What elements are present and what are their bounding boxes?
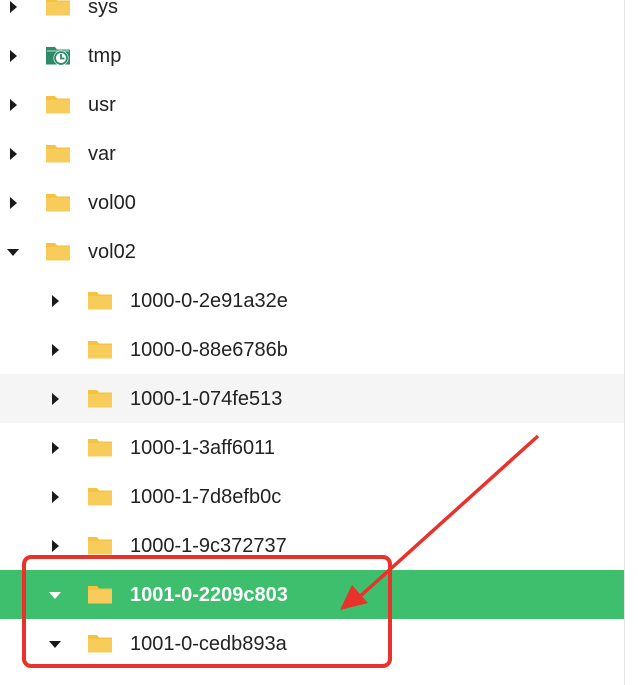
folder-icon: [44, 141, 72, 165]
caret-right-icon[interactable]: [48, 343, 62, 357]
caret-right-icon[interactable]: [6, 196, 20, 210]
caret-right-icon[interactable]: [48, 441, 62, 455]
folder-icon: [86, 631, 114, 655]
caret-right-icon[interactable]: [6, 147, 20, 161]
tree-row[interactable]: 1000-0-2e91a32e: [0, 276, 624, 325]
caret-right-icon[interactable]: [6, 98, 20, 112]
tree-row-label: tmp: [88, 45, 122, 67]
folder-icon: [86, 288, 114, 312]
clock-folder-icon: [44, 43, 72, 67]
folder-icon: [44, 239, 72, 263]
folder-icon: [86, 337, 114, 361]
folder-icon: [86, 484, 114, 508]
tree-row[interactable]: vol00: [0, 178, 624, 227]
folder-tree: sys tmp usr var vol00 vol02 1000-0-2e91a32e 100…: [0, 0, 638, 685]
folder-icon: [86, 582, 114, 606]
tree-row[interactable]: 1000-1-9c372737: [0, 521, 624, 570]
tree-row-label: vol02: [88, 241, 136, 263]
caret-down-icon[interactable]: [6, 245, 20, 259]
folder-icon: [44, 92, 72, 116]
tree-row[interactable]: 1000-1-3aff6011: [0, 423, 624, 472]
tree-row-label: usr: [88, 94, 116, 116]
folder-icon: [86, 435, 114, 459]
tree-row[interactable]: usr: [0, 80, 624, 129]
tree-scrollbar[interactable]: [624, 0, 638, 685]
caret-right-icon[interactable]: [6, 0, 20, 14]
folder-icon: [44, 190, 72, 214]
tree-row-label: 1001-0-cedb893a: [130, 633, 287, 655]
tree-row[interactable]: var: [0, 129, 624, 178]
tree-row[interactable]: sys: [0, 0, 624, 31]
caret-right-icon[interactable]: [48, 294, 62, 308]
folder-icon: [86, 533, 114, 557]
tree-row-label: 1000-0-2e91a32e: [130, 290, 288, 312]
tree-row[interactable]: 1000-1-7d8efb0c: [0, 472, 624, 521]
tree-row-label: 1000-1-9c372737: [130, 535, 287, 557]
tree-row-label: 1000-0-88e6786b: [130, 339, 288, 361]
tree-row-label: 1000-1-3aff6011: [130, 437, 275, 459]
tree-row-label: sys: [88, 0, 118, 18]
caret-right-icon[interactable]: [48, 539, 62, 553]
tree-row[interactable]: 1001-0-2209c803: [0, 570, 624, 619]
caret-right-icon[interactable]: [48, 490, 62, 504]
caret-right-icon[interactable]: [6, 49, 20, 63]
tree-row[interactable]: tmp: [0, 31, 624, 80]
caret-down-icon[interactable]: [48, 588, 62, 602]
tree-row-label: vol00: [88, 192, 136, 214]
caret-down-icon[interactable]: [48, 637, 62, 651]
tree-row-label: 1000-1-7d8efb0c: [130, 486, 282, 508]
caret-right-icon[interactable]: [48, 392, 62, 406]
tree-row-label: var: [88, 143, 116, 165]
tree-row[interactable]: vol02: [0, 227, 624, 276]
folder-icon: [44, 0, 72, 18]
tree-row[interactable]: 1001-0-cedb893a: [0, 619, 624, 668]
tree-row[interactable]: 1000-0-88e6786b: [0, 325, 624, 374]
tree-row-label: 1000-1-074fe513: [130, 388, 283, 410]
tree-row-label: 1001-0-2209c803: [130, 584, 288, 606]
folder-icon: [86, 386, 114, 410]
tree-row[interactable]: 1000-1-074fe513: [0, 374, 624, 423]
